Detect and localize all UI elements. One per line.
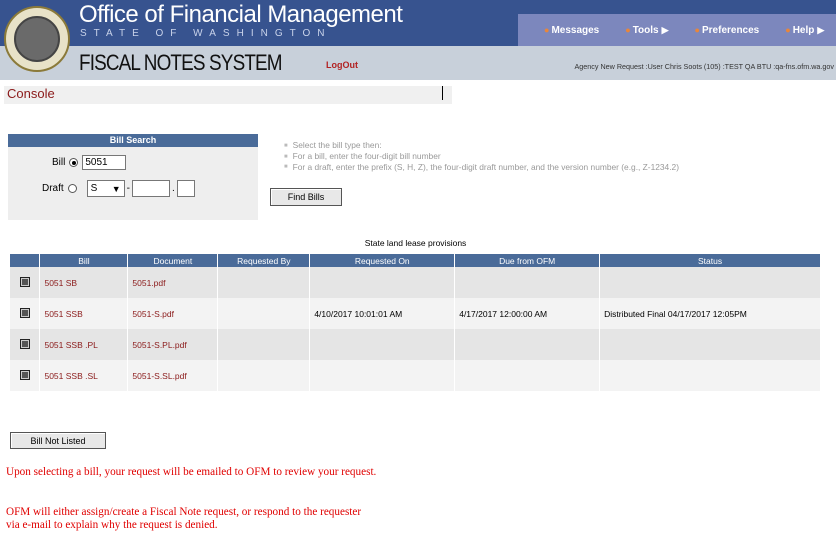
requested-on-cell <box>309 267 456 298</box>
document-link[interactable]: 5051-S.SL.pdf <box>127 360 219 391</box>
table-row[interactable]: 5051 SB 5051.pdf <box>10 267 821 298</box>
draft-number-input[interactable] <box>132 180 171 197</box>
office-title: Office of Financial Management <box>79 1 403 28</box>
select-cell[interactable] <box>10 329 41 360</box>
bill-not-listed-button[interactable]: Bill Not Listed <box>10 432 106 449</box>
bill-cell[interactable]: 5051 SSB .SL <box>39 360 129 391</box>
nav-item-label: Preferences <box>701 24 760 36</box>
bullet-icon: ● <box>544 25 550 35</box>
table-caption: State land lease provisions <box>364 238 467 248</box>
column-header: Requested By <box>217 254 311 267</box>
bill-cell[interactable]: 5051 SB <box>39 267 129 298</box>
document-link[interactable]: 5051.pdf <box>127 267 219 298</box>
column-header: Requested On <box>309 254 456 267</box>
notice-text: Upon selecting a bill, your request will… <box>6 466 377 478</box>
draft-version-input[interactable] <box>176 180 195 197</box>
dash-separator: - <box>126 183 131 194</box>
select-row-icon[interactable] <box>19 307 30 318</box>
requested-by-cell <box>217 267 311 298</box>
draft-prefix-select[interactable]: S ▼ <box>86 180 125 197</box>
column-header: Due from OFM <box>454 254 601 267</box>
logout-link[interactable]: LogOut <box>326 60 358 70</box>
select-cell[interactable] <box>10 267 41 298</box>
status-cell: Distributed Final 04/17/2017 12:05PM <box>599 298 821 329</box>
requested-on-cell <box>309 360 456 391</box>
table-row[interactable]: 5051 SSB .SL 5051-S.SL.pdf <box>10 360 821 391</box>
requested-by-cell <box>217 360 311 391</box>
select-cell[interactable] <box>10 298 41 329</box>
column-header <box>10 254 41 267</box>
requested-on-cell: 4/10/2017 10:01:01 AM <box>309 298 456 329</box>
table-header-row: Bill Document Requested By Requested On … <box>10 254 821 267</box>
submenu-arrow-icon: ▶ <box>661 24 669 35</box>
table-row[interactable]: 5051 SSB 5051-S.pdf 4/10/2017 10:01:01 A… <box>10 298 821 329</box>
due-cell <box>454 329 601 360</box>
notice-line: OFM will either assign/create a Fiscal N… <box>6 506 362 518</box>
bill-cell[interactable]: 5051 SSB <box>39 298 129 329</box>
draft-radio-label: Draft <box>42 183 64 194</box>
select-cell[interactable] <box>10 360 41 391</box>
text-cursor <box>442 86 443 100</box>
column-header: Status <box>599 254 821 267</box>
nav-item-help[interactable]: ● Help ▶ <box>785 25 824 36</box>
top-nav-menu: ● Messages ● Tools ▶ ● Preferences ● Hel… <box>518 14 836 46</box>
bill-search-header: Bill Search <box>8 134 258 147</box>
document-link[interactable]: 5051-S.PL.pdf <box>127 329 219 360</box>
notice-text: OFM will either assign/create a Fiscal N… <box>6 506 361 532</box>
due-cell <box>454 267 601 298</box>
draft-prefix-value: S <box>90 183 98 194</box>
search-instructions: Select the bill type then: For a bill, e… <box>284 140 679 172</box>
instruction-item: For a draft, enter the prefix (S, H, Z),… <box>284 162 679 173</box>
nav-item-messages[interactable]: ● Messages <box>544 25 599 36</box>
dot-separator: . <box>172 183 175 194</box>
column-header: Document <box>127 254 219 267</box>
select-row-icon[interactable] <box>19 369 30 380</box>
state-seal-logo <box>4 6 70 72</box>
bill-cell[interactable]: 5051 SSB .PL <box>39 329 129 360</box>
status-cell <box>599 267 821 298</box>
draft-radio[interactable] <box>67 184 77 193</box>
bill-radio-label: Bill <box>52 157 66 168</box>
status-cell <box>599 360 821 391</box>
system-title: FISCAL NOTES SYSTEM <box>79 50 283 75</box>
select-row-icon[interactable] <box>19 276 30 287</box>
instruction-item: For a bill, enter the four-digit bill nu… <box>284 151 679 162</box>
results-table: Bill Document Requested By Requested On … <box>10 254 821 391</box>
nav-item-label: Tools <box>632 24 659 36</box>
chevron-down-icon: ▼ <box>111 183 121 194</box>
notice-line: via e-mail to explain why the request is… <box>6 519 218 531</box>
requested-on-cell <box>309 329 456 360</box>
due-cell <box>454 360 601 391</box>
bill-row: Bill 5051 <box>52 155 127 170</box>
nav-item-preferences[interactable]: ● Preferences <box>695 25 760 36</box>
page-header: Office of Financial Management STATE OF … <box>0 0 836 80</box>
bullet-icon: ● <box>694 25 700 35</box>
table-row[interactable]: 5051 SSB .PL 5051-S.PL.pdf <box>10 329 821 360</box>
select-row-icon[interactable] <box>19 338 30 349</box>
nav-item-label: Help <box>792 24 815 36</box>
draft-row: Draft S ▼ - . <box>42 180 195 197</box>
due-cell: 4/17/2017 12:00:00 AM <box>454 298 601 329</box>
console-title: Console <box>7 86 55 101</box>
agency-user-info: Agency New Request :User Chris Soots (10… <box>574 62 834 71</box>
instruction-item: Select the bill type then: <box>284 140 679 151</box>
bullet-icon: ● <box>625 25 631 35</box>
column-header: Bill <box>39 254 129 267</box>
requested-by-cell <box>217 298 311 329</box>
requested-by-cell <box>217 329 311 360</box>
submenu-arrow-icon: ▶ <box>817 24 825 35</box>
status-cell <box>599 329 821 360</box>
bill-radio[interactable] <box>69 158 79 167</box>
console-bar: Console <box>4 86 452 104</box>
nav-item-label: Messages <box>551 24 600 36</box>
document-link[interactable]: 5051-S.pdf <box>127 298 219 329</box>
bill-number-input[interactable]: 5051 <box>82 155 127 170</box>
office-subtitle: STATE OF WASHINGTON <box>80 28 332 39</box>
find-bills-button[interactable]: Find Bills <box>270 188 342 206</box>
nav-item-tools[interactable]: ● Tools ▶ <box>625 25 668 36</box>
bill-search-panel: Bill Search Bill 5051 Draft S ▼ - . <box>8 134 258 220</box>
bullet-icon: ● <box>785 25 791 35</box>
seal-portrait <box>14 16 60 62</box>
